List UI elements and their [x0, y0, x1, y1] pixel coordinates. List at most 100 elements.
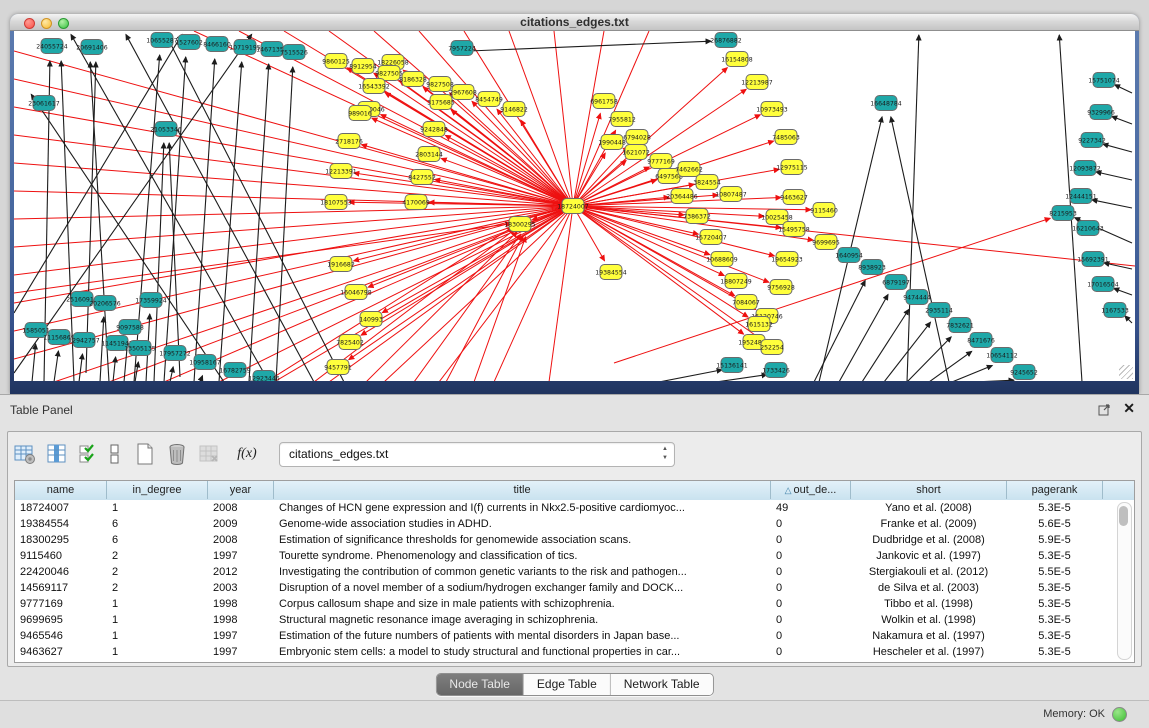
cell-title[interactable]: Tourette syndrome. Phenomenology and cla…: [279, 548, 770, 564]
graph-node[interactable]: 8427552: [408, 170, 436, 185]
cell-short[interactable]: Hescheler et al. (1997): [851, 644, 1006, 660]
table-row[interactable]: 1872400712008Changes of HCN gene express…: [15, 500, 1134, 516]
graph-node[interactable]: 16782759: [219, 363, 251, 378]
cell-in_degree[interactable]: 1: [112, 628, 207, 644]
graph-node[interactable]: 19654923: [771, 252, 803, 267]
cell-name[interactable]: 22420046: [20, 564, 106, 580]
graph-node[interactable]: 7485063: [772, 130, 800, 145]
graph-node[interactable]: 1640954: [835, 248, 863, 263]
graph-node[interactable]: 8454749: [475, 92, 503, 107]
new-table-icon[interactable]: [132, 441, 158, 467]
cell-out_degree[interactable]: 49: [776, 500, 850, 516]
cell-in_degree[interactable]: 2: [112, 564, 207, 580]
column-header-title[interactable]: title: [274, 481, 771, 499]
close-panel-icon[interactable]: ✕: [1123, 400, 1135, 417]
graph-node[interactable]: 1527602: [175, 35, 203, 50]
graph-node[interactable]: 9457791: [324, 360, 352, 375]
graph-node[interactable]: 140993: [359, 312, 383, 327]
citation-network-graph[interactable]: 2405572420691406106552871527602846616010…: [14, 31, 1135, 381]
graph-node[interactable]: 8912954: [349, 59, 377, 74]
cell-pagerank[interactable]: 5.5E-5: [1007, 564, 1102, 580]
cell-pagerank[interactable]: 5.3E-5: [1007, 644, 1102, 660]
cell-pagerank[interactable]: 5.9E-5: [1007, 532, 1102, 548]
graph-node[interactable]: 6961758: [590, 94, 618, 109]
cell-title[interactable]: Changes of HCN gene expression and I(f) …: [279, 500, 770, 516]
cell-short[interactable]: Tibbo et al. (1998): [851, 596, 1006, 612]
cell-short[interactable]: Nakamura et al. (1997): [851, 628, 1006, 644]
graph-node[interactable]: 15692391: [1077, 252, 1109, 267]
cell-name[interactable]: 9777169: [20, 596, 106, 612]
table-row[interactable]: 1830029562008Estimation of significance …: [15, 532, 1134, 548]
cell-name[interactable]: 9463627: [20, 644, 106, 660]
float-panel-icon[interactable]: [1098, 403, 1111, 416]
graph-node[interactable]: 1990448: [598, 135, 626, 150]
cell-short[interactable]: Jankovic et al. (1997): [851, 548, 1006, 564]
cell-year[interactable]: 1998: [213, 612, 273, 628]
column-header-out_degree[interactable]: △out_de...: [771, 481, 851, 499]
cell-title[interactable]: Structural magnetic resonance image aver…: [279, 612, 770, 628]
graph-node[interactable]: 1167533: [1101, 303, 1129, 318]
graph-node[interactable]: 7462662: [675, 162, 703, 177]
cell-title[interactable]: Disruption of a novel member of a sodium…: [279, 580, 770, 596]
graph-node[interactable]: 9227342: [1078, 133, 1106, 148]
graph-node[interactable]: 9245652: [1010, 365, 1038, 380]
table-row[interactable]: 2242004622012Investigating the contribut…: [15, 564, 1134, 580]
graph-node[interactable]: 12975115: [776, 160, 808, 175]
graph-node[interactable]: 7832621: [946, 318, 974, 333]
cell-short[interactable]: de Silva et al. (2003): [851, 580, 1006, 596]
graph-node[interactable]: 1916682: [327, 257, 355, 272]
graph-node[interactable]: 9097588: [116, 320, 144, 335]
graph-node[interactable]: 8215953: [1049, 206, 1077, 221]
graph-node[interactable]: 989016: [348, 106, 372, 121]
select-columns-icon[interactable]: [44, 441, 70, 467]
cell-in_degree[interactable]: 1: [112, 596, 207, 612]
graph-node[interactable]: 8186328: [399, 72, 427, 87]
graph-node[interactable]: 18107553: [320, 195, 352, 210]
cell-year[interactable]: 1998: [213, 596, 273, 612]
cell-out_degree[interactable]: 0: [776, 564, 850, 580]
table-row[interactable]: 946554611997Estimation of the future num…: [15, 628, 1134, 644]
graph-node[interactable]: 16210643: [1072, 221, 1104, 236]
cell-short[interactable]: Yano et al. (2008): [851, 500, 1006, 516]
cell-in_degree[interactable]: 1: [112, 500, 207, 516]
cell-short[interactable]: Dudbridge et al. (2008): [851, 532, 1006, 548]
graph-node[interactable]: 24055724: [36, 39, 68, 54]
graph-node[interactable]: 2967608: [449, 85, 477, 100]
cell-out_degree[interactable]: 0: [776, 532, 850, 548]
graph-node[interactable]: 7386372: [683, 209, 711, 224]
cell-year[interactable]: 1997: [213, 548, 273, 564]
tab-network-table[interactable]: Network Table: [611, 674, 713, 695]
graph-node[interactable]: 3824554: [693, 175, 721, 190]
graph-node[interactable]: 9242848: [420, 122, 448, 137]
graph-node[interactable]: 10958167: [189, 355, 221, 370]
graph-node[interactable]: 9146822: [500, 102, 528, 117]
cell-pagerank[interactable]: 5.3E-5: [1007, 548, 1102, 564]
cell-name[interactable]: 18724007: [20, 500, 106, 516]
column-header-short[interactable]: short: [851, 481, 1007, 499]
graph-node[interactable]: 26876882: [710, 33, 742, 48]
graph-node[interactable]: 1733426: [762, 363, 790, 378]
graph-node[interactable]: 17957272: [159, 346, 191, 361]
column-header-name[interactable]: name: [15, 481, 107, 499]
graph-node[interactable]: 9777169: [647, 154, 675, 169]
import-table-icon[interactable]: [196, 441, 222, 467]
graph-node[interactable]: 7084067: [732, 295, 760, 310]
cell-in_degree[interactable]: 1: [112, 644, 207, 660]
cell-out_degree[interactable]: 0: [776, 612, 850, 628]
graph-node[interactable]: 21053346: [150, 122, 182, 137]
graph-node[interactable]: 9115460: [810, 203, 838, 218]
cell-short[interactable]: Franke et al. (2009): [851, 516, 1006, 532]
cell-name[interactable]: 18300295: [20, 532, 106, 548]
graph-node[interactable]: 7515526: [280, 45, 308, 60]
tab-node-table[interactable]: Node Table: [436, 674, 524, 695]
cell-year[interactable]: 2008: [213, 532, 273, 548]
graph-node[interactable]: 16648784: [870, 96, 902, 111]
graph-node[interactable]: 8938923: [858, 260, 886, 275]
cell-name[interactable]: 9699695: [20, 612, 106, 628]
cell-title[interactable]: Genome-wide association studies in ADHD.: [279, 516, 770, 532]
graph-node[interactable]: 9860125: [322, 54, 350, 69]
graph-node[interactable]: 8471676: [967, 333, 995, 348]
graph-node[interactable]: 7957224: [448, 41, 476, 56]
cell-title[interactable]: Estimation of significance thresholds fo…: [279, 532, 770, 548]
graph-node[interactable]: 12213987: [741, 75, 773, 90]
